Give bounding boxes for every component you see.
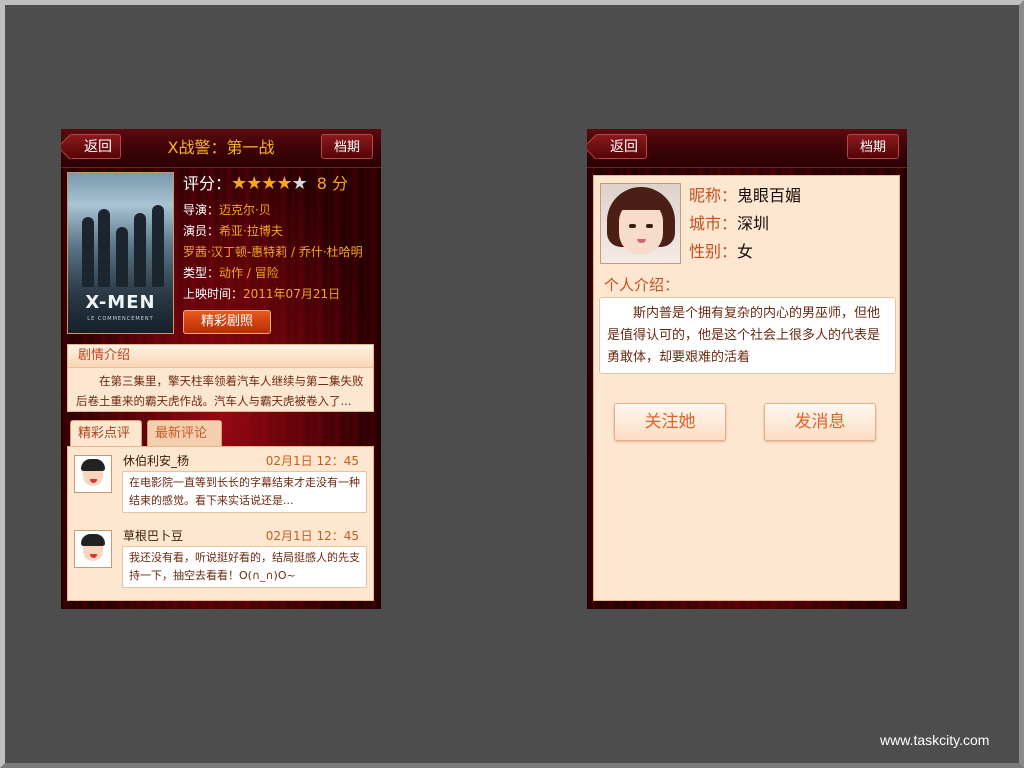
review-item[interactable]: 草根巴卜豆 02月1日 12：45 我还没有看，听说挺好看的，结局挺感人的先支持… [68,522,373,595]
reviews-panel: 休伯利安_杨 02月1日 12：45 在电影院一直等到长长的字幕结束才走没有一种… [67,446,374,601]
movie-info: 评分：★★★★★ 8 分 导演：迈克尔·贝 演员：希亚·拉博夫 罗茜·汉丁顿-惠特… [183,172,375,305]
rating-row: 评分：★★★★★ 8 分 [183,172,375,196]
schedule-button[interactable]: 档期 [847,134,899,159]
poster-subtitle: LE COMMENCEMENT [87,316,154,322]
schedule-button[interactable]: 档期 [321,134,373,159]
city-row: 城市：深圳 [689,210,769,238]
user-profile-screen: 返回 档期 昵称：鬼眼百媚 城市：深圳 性别：女 个人介绍： 斯内普是个拥有复杂… [587,129,907,609]
stills-button[interactable]: 精彩剧照 [183,310,271,334]
review-time: 02月1日 12：45 [265,529,359,543]
release-value: 2011年07月21日 [243,287,341,301]
poster-figure [82,217,94,287]
rating-label: 评分： [183,174,232,193]
genre-value: 动作 / 冒险 [219,266,279,280]
reviewer-name[interactable]: 草根巴卜豆 [123,527,183,544]
cast-value: 希亚·拉博夫 [219,224,283,238]
director-row: 导演：迈克尔·贝 [183,200,375,221]
city-value: 深圳 [737,214,770,233]
release-row: 上映时间：2011年07月21日 [183,284,375,305]
review-text[interactable]: 我还没有看，听说挺好看的，结局挺感人的先支持一下，抽空去看看！O(∩_∩)O~ [122,546,367,588]
poster-logo: X-MEN [85,292,156,313]
tab-latest-reviews[interactable]: 最新评论 [147,420,222,446]
director-label: 导演： [183,203,220,217]
director-value: 迈克尔·贝 [219,203,271,217]
send-message-button[interactable]: 发消息 [764,403,876,441]
movie-poster[interactable]: X-MEN LE COMMENCEMENT [67,172,174,334]
rating-score: 8 分 [316,174,348,193]
release-label: 上映时间： [183,287,244,301]
synopsis-panel: 剧情介绍 在第三集里，擎天柱率领着汽车人继续与第二集失败后卷土重来的霸天虎作战。… [67,344,374,412]
genre-label: 类型： [183,266,220,280]
tab-featured-reviews[interactable]: 精彩点评 [70,420,142,446]
nickname-value: 鬼眼百媚 [737,186,802,205]
cast-line-2: 罗茜·汉丁顿-惠特莉 / 乔什·杜哈明 [183,245,363,259]
review-text[interactable]: 在电影院一直等到长长的字幕结束才走没有一种结束的感觉。看下来实话说还是... [122,471,367,513]
synopsis-text[interactable]: 在第三集里，擎天柱率领着汽车人继续与第二集失败后卷土重来的霸天虎作战。汽车人与霸… [68,368,373,413]
top-bar: 返回 档期 [587,129,907,168]
stars-filled: ★★★★ [231,173,293,194]
gender-row: 性别：女 [689,238,753,266]
stars-empty: ★ [291,173,308,194]
city-label: 城市： [689,214,738,233]
back-label: 返回 [610,139,638,155]
cast-row: 演员：希亚·拉博夫 [183,221,375,242]
top-bar: 返回 X战警：第一战 档期 [61,129,381,168]
avatar[interactable] [74,530,112,568]
back-label: 返回 [84,139,112,155]
gender-value: 女 [737,242,754,261]
poster-figure [116,227,128,287]
watermark: www.taskcity.com [880,732,990,748]
page-title: X战警：第一战 [167,138,275,157]
poster-figure [152,205,164,287]
back-button[interactable]: 返回 [69,134,121,159]
review-time: 02月1日 12：45 [265,454,359,468]
review-item[interactable]: 休伯利安_杨 02月1日 12：45 在电影院一直等到长长的字幕结束才走没有一种… [68,447,373,520]
intro-label: 个人介绍： [604,276,680,294]
nickname-row: 昵称：鬼眼百媚 [689,182,801,210]
poster-figure [134,213,146,287]
genre-row: 类型：动作 / 冒险 [183,263,375,284]
profile-card: 昵称：鬼眼百媚 城市：深圳 性别：女 个人介绍： 斯内普是个拥有复杂的内心的男巫… [593,175,900,601]
avatar[interactable] [74,455,112,493]
synopsis-title: 剧情介绍 [68,345,373,368]
star-rating-icon: ★★★★★ [231,172,308,196]
intro-text: 斯内普是个拥有复杂的内心的男巫师，但他是值得认可的，他是这个社会上很多人的代表是… [599,297,896,374]
back-button[interactable]: 返回 [595,134,647,159]
follow-button[interactable]: 关注她 [614,403,726,441]
cast-label: 演员： [183,224,220,238]
movie-detail-screen: 返回 X战警：第一战 档期 X-MEN LE COMMENCEMENT 评分：★… [61,129,381,609]
profile-photo[interactable] [600,183,681,264]
gender-label: 性别： [689,242,738,261]
nickname-label: 昵称： [689,186,738,205]
poster-figure [98,209,110,287]
reviewer-name[interactable]: 休伯利安_杨 [123,452,189,469]
